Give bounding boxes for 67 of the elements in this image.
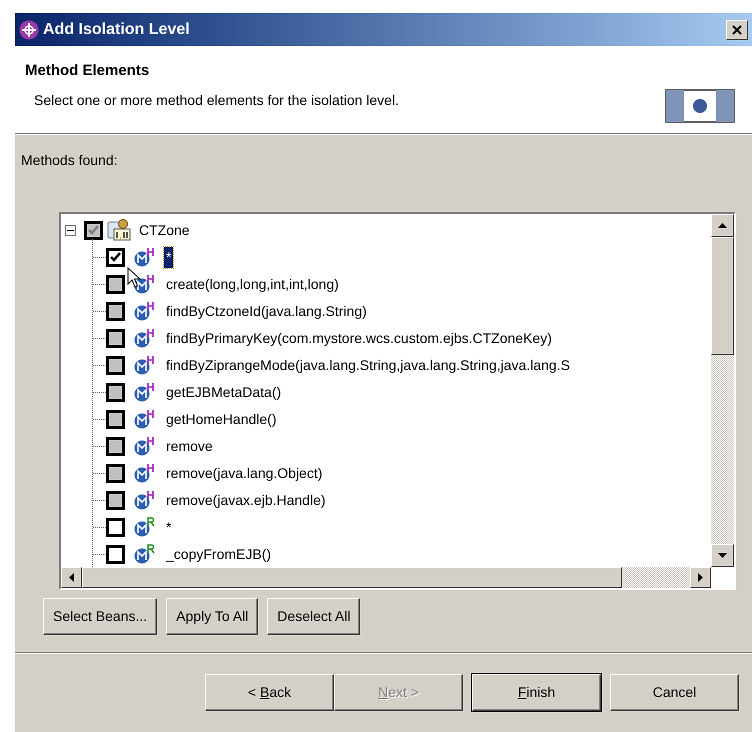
method-icon [134,328,156,348]
method-icon [134,490,156,510]
wizard-button[interactable]: Finish [472,674,601,711]
mouse-pointer-icon [127,267,141,289]
scroll-down-button[interactable] [711,544,734,567]
scroll-up-button[interactable] [711,214,734,237]
tree-item[interactable]: create(long,long,int,int,long) [164,274,341,294]
bean-icon [107,219,131,241]
window-title: Add Isolation Level [43,20,190,40]
checkbox[interactable] [106,544,125,564]
wizard-button[interactable]: < Back [205,674,334,711]
tree-item[interactable]: findByZiprangeMode(java.lang.String,java.lang.String,java.lang.S [164,354,572,376]
method-icon [134,382,156,402]
horizontal-scrollbar[interactable] [61,567,711,588]
scroll-right-button[interactable] [690,567,711,588]
method-icon [134,355,156,375]
up-arrow-icon [718,223,727,228]
tree-item[interactable]: _copyFromEJB() [164,544,274,564]
left-arrow-icon [69,573,74,582]
app-icon [19,20,39,40]
checkbox[interactable] [106,464,125,482]
page-title: Method Elements [25,61,150,81]
tree-label: Methods found: [21,151,119,170]
checkbox[interactable] [84,220,103,240]
close-button[interactable] [726,20,748,40]
method-icon [134,436,156,456]
scroll-left-button[interactable] [61,567,82,588]
tree-item[interactable]: remove(java.lang.Object) [164,462,324,484]
tree-item[interactable]: getEJBMetaData() [164,382,284,402]
collapse-toggle[interactable] [65,224,76,236]
method-icon [134,409,156,429]
tree-item[interactable]: * [164,516,174,538]
method-icon [134,301,156,321]
checkbox[interactable] [106,328,125,348]
right-arrow-icon [698,573,703,582]
vertical-scrollbar[interactable] [711,214,734,567]
checkbox[interactable] [106,302,125,320]
action-button[interactable]: Apply To All [166,598,258,635]
banner-icon [665,89,735,123]
down-arrow-icon [718,553,727,558]
tree-item[interactable]: CTZone [139,220,190,240]
close-icon [732,24,742,34]
checkbox[interactable] [106,248,125,266]
action-button[interactable]: Deselect All [267,598,360,635]
wizard-button[interactable]: Cancel [610,674,739,711]
tree-item[interactable]: getHomeHandle() [164,408,278,430]
tree-item[interactable]: remove [164,436,215,456]
page-description: Select one or more method elements for the isolation level. [34,91,399,110]
checkbox[interactable] [106,410,125,428]
scroll-thumb[interactable] [711,237,734,355]
method-icon [134,544,156,564]
tree-item[interactable]: remove(javax.ejb.Handle) [164,490,328,510]
method-icon [134,517,156,537]
checkbox[interactable] [106,356,125,374]
checkbox[interactable] [106,436,125,456]
horizontal-scroll-thumb[interactable] [82,567,622,588]
tree-item[interactable]: findByCtzoneId(java.lang.String) [164,300,369,322]
checkbox[interactable] [106,382,125,402]
method-icon [134,247,156,267]
method-icon [134,463,156,483]
tree-item[interactable]: findByPrimaryKey(com.mystore.wcs.custom.ejbs.CTZoneKey) [164,328,554,348]
action-button[interactable]: Select Beans... [43,598,158,635]
checkbox[interactable] [106,518,125,536]
checkbox[interactable] [106,490,125,510]
checkbox[interactable] [106,274,125,294]
check-icon [110,252,121,262]
tree-item[interactable]: * [164,246,174,268]
